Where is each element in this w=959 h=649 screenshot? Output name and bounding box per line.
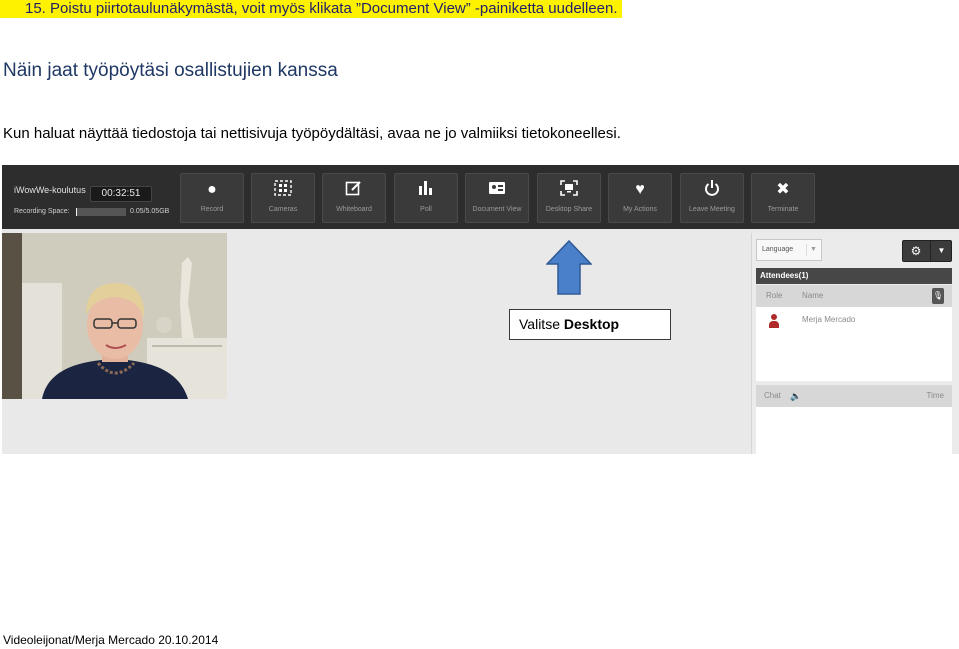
role-column: Role (766, 291, 783, 300)
chat-area[interactable] (756, 407, 952, 454)
instruction-callout: Valitse Desktop (509, 309, 671, 340)
cameras-label: Cameras (268, 206, 298, 213)
step-text: 15. Poistu piirtotaulunäkymästä, voit my… (0, 0, 622, 18)
close-x-icon: ✖ (776, 181, 790, 198)
terminate-button[interactable]: ✖ Terminate (751, 173, 815, 223)
language-label: Language (762, 246, 794, 253)
recording-space-fill (76, 208, 77, 216)
recording-space-bar (76, 208, 126, 216)
leave-meeting-label: Leave Meeting (689, 206, 735, 213)
chat-header: Chat 🔈 Time (756, 385, 952, 407)
whiteboard-icon (323, 180, 385, 200)
chat-time-label: Time (926, 391, 944, 400)
poll-label: Poll (420, 206, 432, 213)
attendee-name: Merja Mercado (802, 315, 856, 324)
heart-icon: ♥ (635, 181, 645, 198)
leave-meeting-button[interactable]: Leave Meeting (680, 173, 744, 223)
poll-bars-icon (395, 180, 457, 200)
section-heading: Näin jaat työpöytäsi osallistujien kanss… (3, 60, 338, 81)
desktop-share-icon (538, 180, 600, 200)
up-arrow-pointer (545, 239, 593, 300)
desktop-share-button[interactable]: Desktop Share (537, 173, 601, 223)
recording-space-label: Recording Space: (14, 208, 70, 215)
meeting-screenshot: iWowWe-koulutus 00:32:51 Recording Space… (2, 165, 959, 454)
language-select[interactable]: Language ▼ (756, 239, 822, 261)
meeting-timer: 00:32:51 (90, 186, 152, 202)
chevron-down-icon[interactable]: ▼ (930, 241, 952, 261)
right-panel: Language ▼ ⚙ ▼ Attendees(1) Role Name 🎙 … (751, 233, 959, 454)
room-name: iWowWe-koulutus (14, 185, 86, 195)
step-instruction: 15. Poistu piirtotaulunäkymästä, voit my… (0, 0, 959, 18)
whiteboard-button[interactable]: Whiteboard (322, 173, 386, 223)
terminate-label: Terminate (767, 206, 799, 213)
attendees-header: Attendees(1) (756, 268, 952, 284)
cameras-icon (252, 180, 314, 200)
cameras-button[interactable]: Cameras (251, 173, 315, 223)
chat-label: Chat (764, 391, 781, 400)
body-paragraph: Kun haluat näyttää tiedostoja tai nettis… (3, 125, 621, 142)
attendees-list: Merja Mercado (756, 307, 952, 381)
callout-bold: Desktop (563, 316, 620, 332)
chevron-down-icon[interactable]: ▼ (806, 244, 820, 256)
poll-button[interactable]: Poll (394, 173, 458, 223)
meeting-toolbar: iWowWe-koulutus 00:32:51 Recording Space… (2, 165, 959, 229)
settings-menu[interactable]: ⚙ ▼ (902, 240, 952, 262)
webcam-video (2, 233, 227, 399)
callout-prefix: Valitse (519, 316, 564, 332)
webcam-image (2, 233, 227, 399)
microphone-icon[interactable]: 🎙 (932, 288, 944, 304)
page-footer: Videoleijonat/Merja Mercado 20.10.2014 (3, 633, 219, 647)
document-view-button[interactable]: Document View (465, 173, 529, 223)
document-view-icon (466, 180, 528, 200)
name-column: Name (802, 291, 824, 300)
attendees-columns: Role Name 🎙 (756, 285, 952, 307)
presenter-role-icon (769, 314, 779, 328)
list-item[interactable]: Merja Mercado (756, 313, 952, 329)
my-actions-button[interactable]: ♥ My Actions (608, 173, 672, 223)
desktop-share-label: Desktop Share (545, 206, 593, 213)
record-button[interactable]: ● Record (180, 173, 244, 223)
gear-icon[interactable]: ⚙ (903, 241, 929, 261)
record-label: Record (200, 206, 224, 213)
document-view-label: Document View (472, 206, 522, 213)
record-dot-icon: ● (207, 181, 217, 198)
whiteboard-label: Whiteboard (336, 206, 372, 213)
my-actions-label: My Actions (623, 206, 657, 213)
recording-space-value: 0.05/5.05GB (130, 208, 170, 215)
power-icon (681, 180, 743, 200)
speaker-icon[interactable]: 🔈 (790, 385, 801, 407)
